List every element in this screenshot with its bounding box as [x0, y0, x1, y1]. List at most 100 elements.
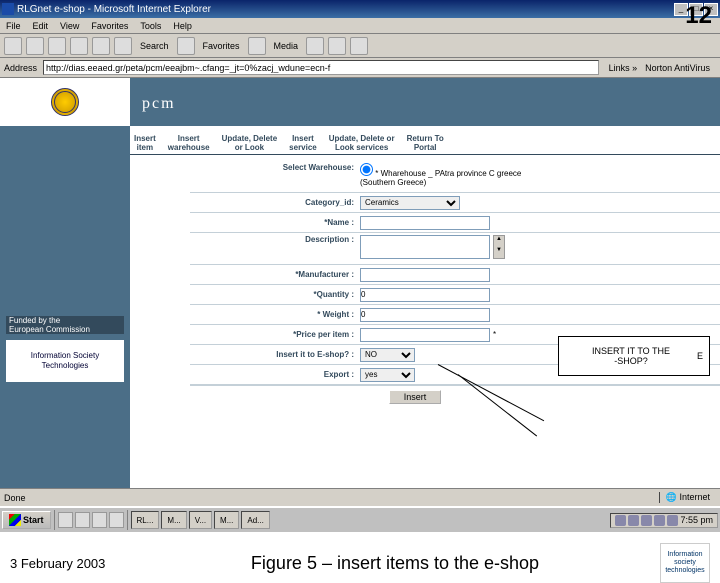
description-input[interactable] — [360, 235, 490, 259]
description-scroll[interactable]: ▲▼ — [493, 235, 505, 259]
nav-update-delete-look[interactable]: Update, Delete or Look — [222, 134, 278, 152]
export-label: Export : — [190, 370, 360, 379]
url-input[interactable] — [43, 60, 599, 75]
manufacturer-input[interactable] — [360, 268, 490, 282]
export-select[interactable]: yes — [360, 368, 415, 382]
warehouse-label: Select Warehouse: — [190, 163, 360, 172]
nav-update-services[interactable]: Update, Delete or Look services — [329, 134, 395, 152]
price-unit: * — [493, 330, 496, 339]
task-item[interactable]: M... — [214, 511, 239, 529]
favorites-label: Favorites — [203, 41, 240, 51]
favorites-icon[interactable] — [177, 37, 195, 55]
address-label: Address — [4, 63, 37, 73]
price-input[interactable] — [360, 328, 490, 342]
name-label: *Name : — [190, 218, 360, 227]
nav-insert-service[interactable]: Insert service — [289, 134, 317, 152]
print-button[interactable] — [350, 37, 368, 55]
clock: 7:55 pm — [680, 515, 713, 525]
row-name: *Name : — [190, 213, 720, 233]
header-band: pcm — [0, 78, 720, 126]
nav-insert-warehouse[interactable]: Insert warehouse — [168, 134, 210, 152]
insert-button[interactable]: Insert — [389, 390, 442, 404]
row-manufacturer: *Manufacturer : — [190, 265, 720, 285]
eshop-label: Insert it to E-shop? : — [190, 350, 360, 359]
page-content: pcm Funded by the European Commission In… — [0, 78, 720, 488]
nav-row: Insert item Insert warehouse Update, Del… — [130, 126, 720, 155]
category-label: Category_id: — [190, 198, 360, 207]
ist-small-logo: Information society technologies — [660, 543, 710, 583]
windows-flag-icon — [9, 514, 21, 526]
tray-icon[interactable] — [615, 515, 626, 526]
taskbar-separator — [127, 510, 128, 530]
mail-button[interactable] — [328, 37, 346, 55]
brand-cell: pcm — [130, 78, 720, 126]
weight-label: * Weight : — [190, 310, 360, 319]
home-button[interactable] — [92, 37, 110, 55]
callout-right: E — [697, 351, 703, 361]
quicklaunch-3[interactable] — [92, 512, 107, 528]
figure-caption: Figure 5 – insert items to the e-shop — [130, 553, 660, 574]
eshop-select[interactable]: NO — [360, 348, 415, 362]
titlebar: RLGnet e-shop - Microsoft Internet Explo… — [0, 0, 720, 18]
warehouse-value: * Wharehouse _ PAtra province C greece — [375, 169, 521, 178]
menu-edit[interactable]: Edit — [33, 21, 49, 31]
status-zone: 🌐 Internet — [659, 492, 716, 503]
task-item[interactable]: Ad... — [241, 511, 269, 529]
task-item[interactable]: V... — [189, 511, 212, 529]
callout-text: INSERT IT TO THE -SHOP? — [565, 346, 697, 366]
history-button[interactable] — [306, 37, 324, 55]
tray-icon[interactable] — [628, 515, 639, 526]
start-button[interactable]: Start — [2, 511, 51, 529]
callout-box: INSERT IT TO THE -SHOP? E — [558, 336, 710, 376]
stop-button[interactable] — [48, 37, 66, 55]
back-button[interactable] — [4, 37, 22, 55]
manufacturer-label: *Manufacturer : — [190, 270, 360, 279]
quicklaunch-1[interactable] — [58, 512, 73, 528]
media-label: Media — [274, 41, 299, 51]
logo-cell — [0, 78, 130, 126]
taskbar-separator — [54, 510, 55, 530]
menu-view[interactable]: View — [60, 21, 79, 31]
forward-button[interactable] — [26, 37, 44, 55]
row-warehouse: Select Warehouse: * Wharehouse _ PAtra p… — [190, 161, 720, 193]
tray-icon[interactable] — [641, 515, 652, 526]
ist-logo: Information Society Technologies — [6, 340, 124, 382]
search-icon[interactable] — [114, 37, 132, 55]
media-icon[interactable] — [248, 37, 266, 55]
row-weight: * Weight : — [190, 305, 720, 325]
warehouse-sub: (Southern Greece) — [360, 178, 521, 187]
quantity-input[interactable] — [360, 288, 490, 302]
warehouse-radio[interactable] — [360, 163, 373, 176]
weight-input[interactable] — [360, 308, 490, 322]
brand-text: pcm — [142, 95, 176, 112]
left-sidebar: Funded by the European Commission Inform… — [0, 126, 130, 488]
menu-favorites[interactable]: Favorites — [91, 21, 128, 31]
price-label: *Price per item : — [190, 330, 360, 339]
row-description: Description : ▲▼ — [190, 233, 720, 265]
refresh-button[interactable] — [70, 37, 88, 55]
menu-tools[interactable]: Tools — [140, 21, 161, 31]
tray-icon[interactable] — [654, 515, 665, 526]
window-title: RLGnet e-shop - Microsoft Internet Explo… — [17, 4, 674, 15]
task-item[interactable]: M... — [161, 511, 186, 529]
name-input[interactable] — [360, 216, 490, 230]
menu-help[interactable]: Help — [173, 21, 192, 31]
system-tray: 7:55 pm — [610, 513, 718, 528]
nav-insert-item[interactable]: Insert item — [134, 134, 156, 152]
nav-return-portal[interactable]: Return To Portal — [407, 134, 444, 152]
menu-file[interactable]: File — [6, 21, 21, 31]
quicklaunch-4[interactable] — [109, 512, 124, 528]
menubar: File Edit View Favorites Tools Help — [0, 18, 720, 34]
page-number: 12 — [685, 2, 712, 30]
toolbar: Search Favorites Media — [0, 34, 720, 58]
tray-icon[interactable] — [667, 515, 678, 526]
addressbar: Address Links » Norton AntiVirus — [0, 58, 720, 78]
links-label[interactable]: Links » — [609, 63, 638, 73]
task-item[interactable]: RL... — [131, 511, 160, 529]
insert-row: Insert — [190, 385, 720, 408]
ie-icon — [2, 3, 14, 15]
category-select[interactable]: Ceramics — [360, 196, 460, 210]
site-logo-icon — [51, 88, 79, 116]
quicklaunch-2[interactable] — [75, 512, 90, 528]
norton-label: Norton AntiVirus — [645, 63, 710, 73]
